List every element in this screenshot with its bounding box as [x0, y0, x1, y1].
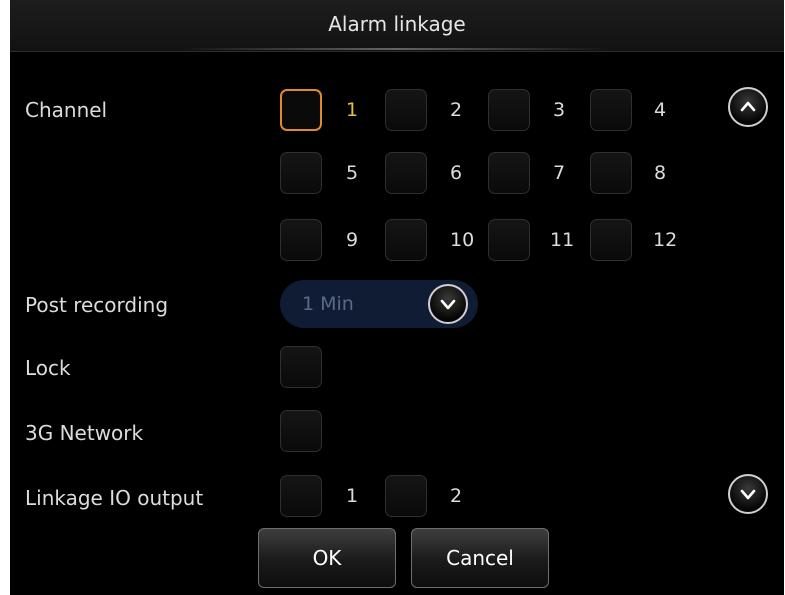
- channel-7-number: 7: [553, 162, 566, 184]
- post-recording-label: Post recording: [25, 293, 169, 317]
- channel-12-checkbox[interactable]: [590, 219, 632, 261]
- channel-11-checkbox[interactable]: [488, 219, 530, 261]
- title-divider: [180, 48, 610, 50]
- ok-button[interactable]: OK: [258, 528, 396, 588]
- dialog-title: Alarm linkage: [328, 12, 466, 36]
- linkage-io-1-number: 1: [346, 485, 359, 507]
- chevron-up-icon: [740, 101, 756, 112]
- channel-2-number: 2: [450, 99, 463, 121]
- title-bar: Alarm linkage: [10, 0, 784, 52]
- network-label: 3G Network: [25, 421, 144, 445]
- lock-label: Lock: [25, 356, 71, 380]
- channel-6-number: 6: [450, 162, 463, 184]
- chevron-down-icon: [740, 489, 756, 500]
- linkage-io-1-checkbox[interactable]: [280, 475, 322, 517]
- channel-3-checkbox[interactable]: [488, 89, 530, 131]
- channel-11-number: 11: [550, 229, 575, 251]
- channel-6-checkbox[interactable]: [385, 152, 427, 194]
- lock-checkbox[interactable]: [280, 346, 322, 388]
- channel-3-number: 3: [553, 99, 566, 121]
- channel-10-number: 10: [450, 229, 475, 251]
- scroll-down-button[interactable]: [728, 474, 768, 514]
- channel-4-checkbox[interactable]: [590, 89, 632, 131]
- cancel-button[interactable]: Cancel: [411, 528, 549, 588]
- alarm-linkage-dialog: Alarm linkage Channel 1 2 3 4 5 6 7 8 9 …: [10, 0, 784, 595]
- channel-1-number: 1: [346, 99, 359, 121]
- channel-12-number: 12: [653, 229, 678, 251]
- channel-4-number: 4: [654, 99, 667, 121]
- linkage-io-2-checkbox[interactable]: [385, 475, 427, 517]
- linkage-io-2-number: 2: [450, 485, 463, 507]
- channel-9-number: 9: [346, 229, 359, 251]
- channel-9-checkbox[interactable]: [280, 219, 322, 261]
- network-checkbox[interactable]: [280, 410, 322, 452]
- channel-5-number: 5: [346, 162, 359, 184]
- chevron-down-icon: [440, 299, 456, 310]
- channel-5-checkbox[interactable]: [280, 152, 322, 194]
- channel-7-checkbox[interactable]: [488, 152, 530, 194]
- post-recording-dropdown-button[interactable]: [428, 284, 468, 324]
- channel-label: Channel: [25, 98, 108, 122]
- channel-8-checkbox[interactable]: [590, 152, 632, 194]
- channel-8-number: 8: [654, 162, 667, 184]
- channel-2-checkbox[interactable]: [385, 89, 427, 131]
- channel-10-checkbox[interactable]: [385, 219, 427, 261]
- scroll-up-button[interactable]: [728, 87, 768, 127]
- linkage-io-label: Linkage IO output: [25, 486, 204, 510]
- post-recording-value: 1 Min: [302, 293, 354, 315]
- channel-1-checkbox[interactable]: [280, 89, 322, 131]
